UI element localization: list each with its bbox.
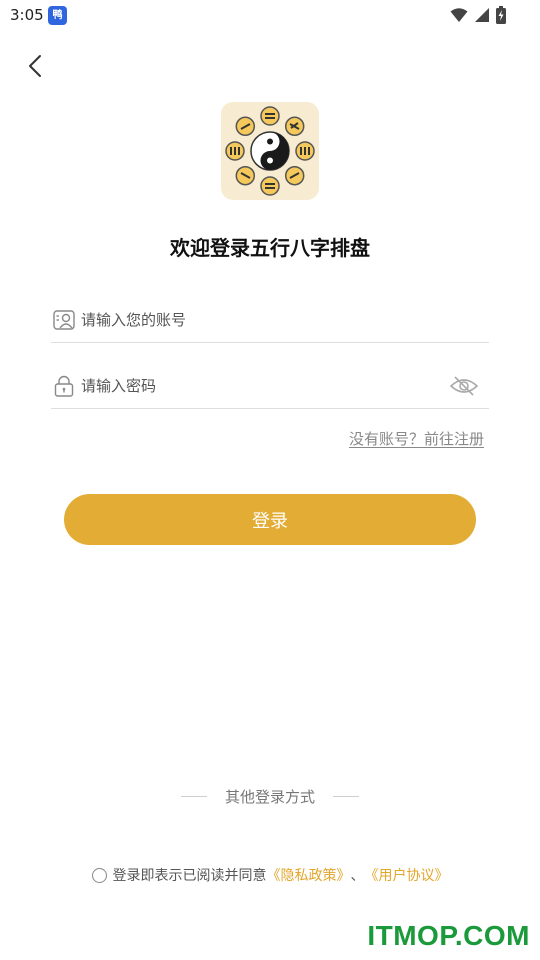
lock-icon — [54, 375, 74, 397]
app-notification-icon: 鸭 — [48, 6, 67, 25]
signal-icon — [475, 8, 489, 22]
app-logo — [221, 102, 319, 200]
eye-off-icon[interactable] — [449, 375, 479, 397]
divider-line — [180, 796, 207, 797]
page-title: 欢迎登录五行八字排盘 — [170, 236, 370, 260]
agreement-separator: 、 — [350, 868, 365, 884]
password-field — [51, 365, 489, 409]
agreement: 登录即表示已阅读并同意 《隐私政策》 、 《用户协议》 — [0, 865, 540, 885]
status-icons — [450, 6, 506, 24]
divider-line — [333, 796, 359, 797]
battery-charging-icon — [496, 6, 506, 24]
back-button[interactable] — [22, 52, 50, 80]
user-agreement-link[interactable]: 《用户协议》 — [365, 865, 449, 885]
other-login-divider: 其他登录方式 — [0, 786, 540, 807]
register-link[interactable]: 没有账号？前往注册 — [349, 428, 484, 449]
user-card-icon — [53, 310, 75, 330]
account-field — [51, 299, 489, 343]
status-time: 3:05 — [10, 6, 44, 24]
privacy-policy-link[interactable]: 《隐私政策》 — [267, 865, 351, 885]
other-login-label: 其他登录方式 — [224, 788, 315, 806]
watermark: ITMOP.COM — [367, 920, 530, 951]
chevron-left-icon — [29, 55, 41, 77]
status-bar: 3:05 鸭 — [0, 0, 540, 32]
agreement-radio[interactable] — [91, 867, 107, 883]
account-input[interactable] — [81, 307, 441, 333]
login-button[interactable]: 登录 — [64, 494, 476, 545]
wifi-icon — [450, 8, 468, 22]
bagua-yinyang-icon — [225, 106, 315, 196]
password-input[interactable] — [81, 373, 441, 399]
agreement-text: 登录即表示已阅读并同意 — [112, 868, 267, 884]
